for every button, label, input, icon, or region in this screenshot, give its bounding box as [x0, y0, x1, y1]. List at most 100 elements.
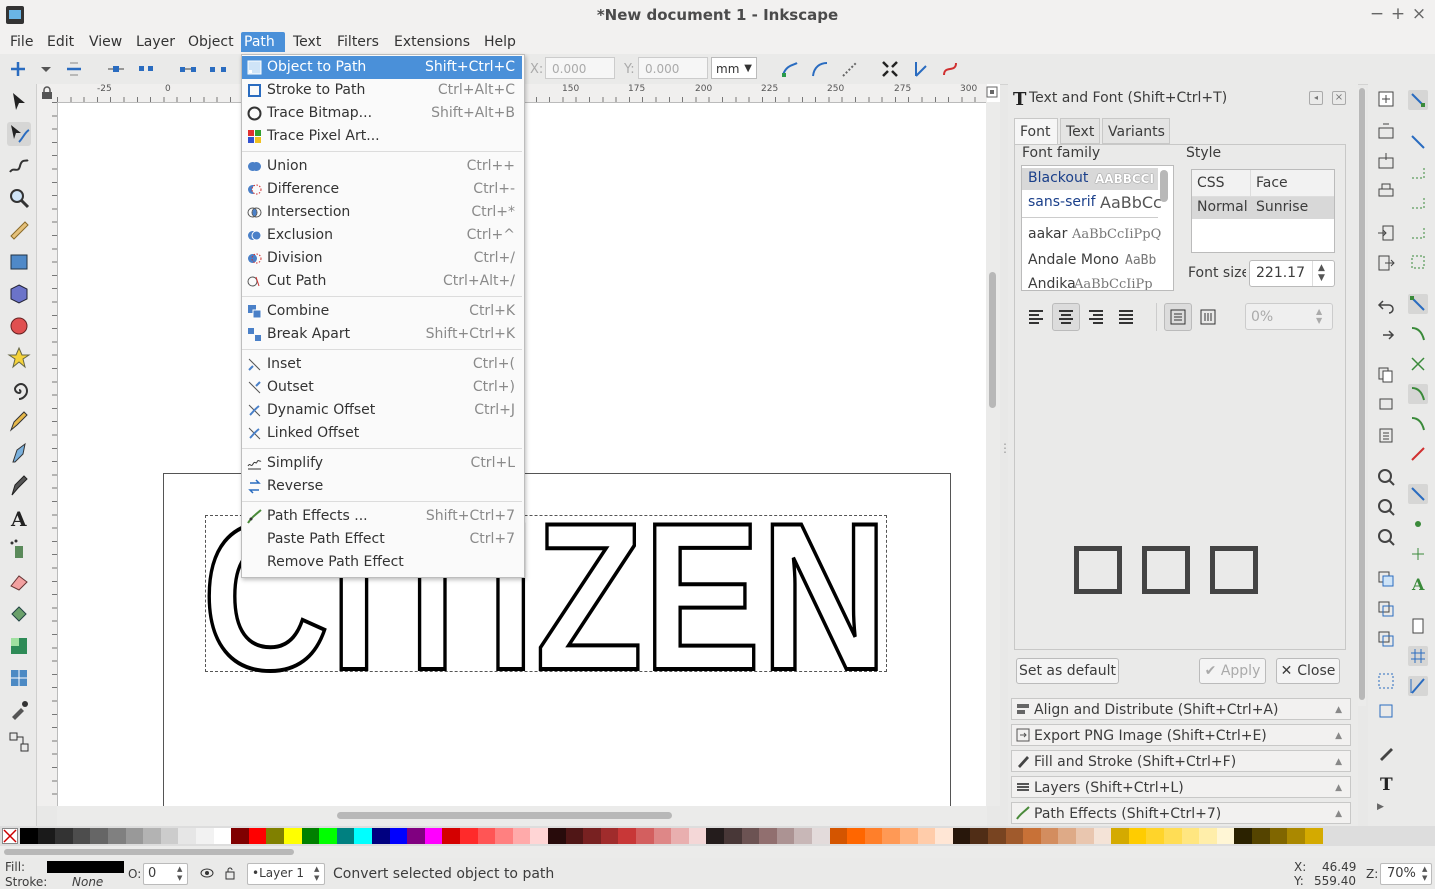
layer-visibility-icon[interactable]: [200, 867, 214, 879]
color-swatch[interactable]: [336, 828, 355, 844]
color-swatch[interactable]: [548, 828, 566, 844]
scrollbar-thumb[interactable]: [1359, 88, 1365, 700]
object-to-path-icon[interactable]: [780, 59, 800, 79]
menu-item-difference[interactable]: Difference Ctrl+-: [242, 178, 522, 201]
layer-lock-icon[interactable]: [224, 866, 236, 880]
vertical-scrollbar[interactable]: [986, 102, 1000, 806]
menu-text[interactable]: Text: [290, 32, 324, 52]
menu-help[interactable]: Help: [481, 32, 519, 52]
color-swatch[interactable]: [1128, 828, 1147, 844]
menu-item-division[interactable]: Division Ctrl+/: [242, 247, 522, 270]
panel-export-png[interactable]: Export PNG Image (Shift+Ctrl+E) ▲: [1011, 724, 1351, 746]
color-swatch[interactable]: [688, 828, 707, 844]
close-window-button[interactable]: ×: [1410, 4, 1428, 24]
menu-file[interactable]: File: [7, 32, 36, 52]
color-swatch[interactable]: [794, 828, 813, 844]
tab-variants[interactable]: Variants: [1102, 118, 1170, 144]
color-swatch[interactable]: [1216, 828, 1235, 844]
horizontal-text-button[interactable]: [1164, 303, 1192, 331]
menu-item-union[interactable]: Union Ctrl++: [242, 155, 522, 178]
snap-bbox-edge-icon[interactable]: [1408, 162, 1428, 182]
dropper-tool-icon[interactable]: [7, 698, 31, 722]
color-swatch[interactable]: [1093, 828, 1112, 844]
color-swatch[interactable]: [917, 828, 936, 844]
iconify-panel-button[interactable]: ◂: [1309, 91, 1323, 105]
menu-item-reverse[interactable]: Reverse: [242, 475, 522, 498]
style-column-css[interactable]: CSS: [1197, 175, 1225, 191]
menu-item-simplify[interactable]: Simplify Ctrl+L: [242, 452, 522, 475]
menu-item-remove-path-effect[interactable]: Remove Path Effect: [242, 551, 522, 574]
menu-item-dynamic-offset[interactable]: Dynamic Offset Ctrl+J: [242, 399, 522, 422]
color-swatch[interactable]: [407, 828, 426, 844]
font-list-item[interactable]: aakar AaBbCcIiPpQ: [1022, 224, 1161, 246]
color-swatch[interactable]: [1304, 828, 1323, 844]
redo-icon[interactable]: [1377, 326, 1395, 344]
gradient-tool-icon[interactable]: [7, 634, 31, 658]
color-swatch[interactable]: [20, 828, 38, 844]
snap-grid-icon[interactable]: [1408, 646, 1428, 666]
group-icon[interactable]: [1377, 672, 1395, 690]
add-node-icon[interactable]: [8, 59, 28, 79]
color-swatch[interactable]: [160, 828, 179, 844]
zoom-page-icon[interactable]: [1377, 528, 1395, 546]
color-swatch[interactable]: [55, 828, 74, 844]
lock-guides-icon[interactable]: [41, 86, 53, 100]
snap-smooth-nodes-icon[interactable]: [1408, 414, 1428, 434]
dock-handle[interactable]: ⋮: [999, 442, 1011, 465]
color-swatch[interactable]: [108, 828, 126, 844]
import-icon[interactable]: [1377, 224, 1395, 242]
snap-toggle-icon[interactable]: [1408, 90, 1428, 110]
snap-text-baseline-icon[interactable]: A: [1408, 574, 1428, 594]
menu-layer[interactable]: Layer: [133, 32, 178, 52]
font-list-scrollbar[interactable]: [1160, 170, 1168, 202]
print-icon[interactable]: [1377, 182, 1395, 200]
color-swatch[interactable]: [1111, 828, 1130, 844]
menu-item-stroke-to-path[interactable]: Stroke to Path Ctrl+Alt+C: [242, 79, 522, 102]
unit-select[interactable]: mm ▼: [711, 57, 757, 79]
chevron-down-icon[interactable]: [36, 59, 56, 79]
panel-layers[interactable]: Layers (Shift+Ctrl+L) ▲: [1011, 776, 1351, 798]
3d-box-tool-icon[interactable]: [7, 282, 31, 306]
scrollbar-thumb[interactable]: [989, 272, 996, 408]
fill-indicator[interactable]: [47, 861, 124, 873]
snap-guide-icon[interactable]: [1408, 676, 1428, 696]
opacity-input[interactable]: 0 ▲ ▼: [143, 863, 188, 885]
font-list-item[interactable]: Andika AaBbCcIiPp: [1022, 274, 1158, 290]
pencil-tool-icon[interactable]: [7, 410, 31, 434]
color-swatch[interactable]: [988, 828, 1006, 844]
join-nodes-icon[interactable]: [106, 59, 126, 79]
spin-arrows-icon[interactable]: ▲ ▼: [177, 865, 182, 883]
x-coordinate-input[interactable]: 0.000: [545, 57, 615, 79]
stroke-indicator[interactable]: None: [72, 875, 103, 889]
text-tool-icon[interactable]: A: [7, 506, 31, 530]
color-swatch[interactable]: [37, 828, 56, 844]
duplicate-icon[interactable]: [1377, 570, 1395, 588]
style-column-face[interactable]: Face: [1256, 175, 1288, 191]
color-swatch[interactable]: [1252, 828, 1270, 844]
menu-item-inset[interactable]: Inset Ctrl+(: [242, 353, 522, 376]
font-size-input[interactable]: 221.17 ▲ ▼: [1249, 260, 1335, 287]
color-swatch[interactable]: [1199, 828, 1218, 844]
font-list-item[interactable]: Andale Mono AaBb: [1022, 250, 1158, 272]
color-swatch[interactable]: [248, 828, 267, 844]
menu-item-path-effects[interactable]: Path Effects ... Shift+Ctrl+7: [242, 505, 522, 528]
color-swatch[interactable]: [829, 828, 848, 844]
menu-item-intersection[interactable]: Intersection Ctrl+*: [242, 201, 522, 224]
color-swatch[interactable]: [196, 828, 214, 844]
color-swatch[interactable]: [583, 828, 602, 844]
selector-tool-icon[interactable]: [7, 90, 31, 114]
color-swatch[interactable]: [389, 828, 408, 844]
open-icon[interactable]: [1377, 122, 1395, 140]
close-panel-button[interactable]: ×: [1332, 91, 1346, 105]
color-swatch[interactable]: [442, 828, 461, 844]
tab-text[interactable]: Text: [1060, 118, 1100, 144]
menu-item-outset[interactable]: Outset Ctrl+): [242, 376, 522, 399]
spin-arrows-icon[interactable]: ▲ ▼: [1316, 307, 1322, 325]
zoom-corner-icon[interactable]: [986, 86, 1000, 100]
spin-arrows-icon[interactable]: ▲ ▼: [1318, 263, 1325, 283]
color-swatch[interactable]: [354, 828, 373, 844]
color-swatch[interactable]: [372, 828, 390, 844]
snap-bbox-midpoint-icon[interactable]: [1408, 222, 1428, 242]
menu-view[interactable]: View: [86, 32, 125, 52]
color-swatch[interactable]: [530, 828, 549, 844]
